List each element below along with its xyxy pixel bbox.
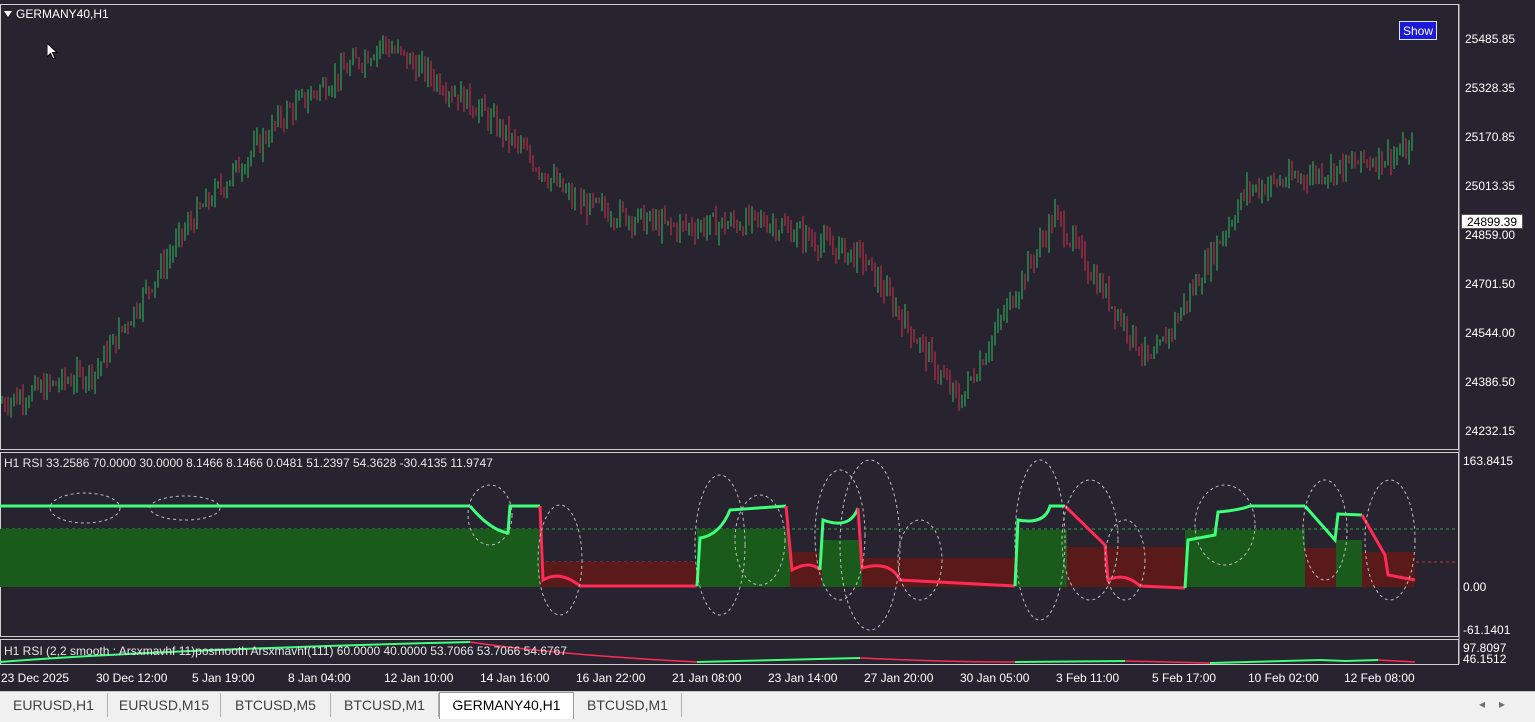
price-tick: 25013.35 [1465, 179, 1515, 193]
time-tick: 8 Jan 04:00 [288, 671, 351, 685]
rsi-histogram-block [0, 529, 540, 587]
time-tick: 5 Jan 19:00 [192, 671, 255, 685]
tab-eurusd-h1[interactable]: EURUSD,H1 [0, 693, 108, 717]
rsi-histogram-block [1067, 547, 1185, 587]
price-tick: 24859.00 [1465, 228, 1515, 242]
time-tick: 23 Jan 14:00 [768, 671, 838, 685]
time-tick: 14 Jan 16:00 [480, 671, 550, 685]
price-tick: 24232.15 [1465, 424, 1515, 438]
rsi-histogram-block [1015, 530, 1067, 587]
time-tick: 12 Jan 10:00 [384, 671, 454, 685]
mouse-pointer-icon [47, 43, 59, 60]
time-tick: 12 Feb 08:00 [1344, 671, 1415, 685]
chart-title[interactable]: GERMANY40,H1 [4, 7, 109, 21]
current-price-tag: 24899.39 [1461, 214, 1523, 229]
price-tick: 24701.50 [1465, 277, 1515, 291]
rsi-histogram-block [1305, 548, 1336, 587]
rsi2-line [1319, 659, 1379, 663]
rsi2-label: H1 RSI (2,2 smooth : Arsxmavhf 11)posmoo… [4, 644, 567, 658]
time-tick: 30 Dec 12:00 [96, 671, 168, 685]
rsi2-axis-min: 46.1512 [1463, 652, 1507, 666]
price-axis: 25485.85 25328.35 25170.85 25013.35 2485… [1465, 32, 1515, 438]
rsi-axis-min: -61.1401 [1463, 623, 1511, 637]
time-tick: 5 Feb 17:00 [1152, 671, 1216, 685]
rsi-histogram-block [1336, 540, 1362, 587]
dropdown-triangle-icon[interactable] [4, 11, 12, 17]
rsi-histogram-block [822, 540, 862, 587]
price-tick: 25328.35 [1465, 81, 1515, 95]
time-tick: 10 Feb 02:00 [1248, 671, 1319, 685]
time-tick: 16 Jan 22:00 [576, 671, 646, 685]
chart-canvas[interactable]: 25485.85 25328.35 25170.85 25013.35 2485… [0, 0, 1535, 721]
time-tick: 21 Jan 08:00 [672, 671, 742, 685]
tab-germany40-h1[interactable]: GERMANY40,H1 [439, 692, 574, 719]
rsi-histogram-block [540, 562, 697, 587]
time-tick: 27 Jan 20:00 [864, 671, 934, 685]
price-tick: 24386.50 [1465, 375, 1515, 389]
symbol-title: GERMANY40,H1 [16, 7, 109, 21]
time-tick: 3 Feb 11:00 [1056, 671, 1119, 685]
rsi-histogram-block [697, 529, 790, 587]
chart-background [0, 0, 1535, 691]
price-tick: 25485.85 [1465, 32, 1515, 46]
time-tick: 23 Dec 2025 [1, 671, 69, 685]
tab-btcusd-m1[interactable]: BTCUSD,M1 [331, 693, 439, 717]
chart-tab-bar: EURUSD,H1 EURUSD,M15 BTCUSD,M5 BTCUSD,M1… [0, 691, 1535, 722]
price-tick: 24544.00 [1465, 326, 1515, 340]
rsi-axis-max: 163.8415 [1463, 454, 1513, 468]
time-axis: 23 Dec 2025 30 Dec 12:00 5 Jan 19:00 8 Jan … [1, 671, 1415, 685]
price-tick: 25170.85 [1465, 130, 1515, 144]
rsi2-line [1014, 660, 1126, 663]
show-button[interactable]: Show [1399, 21, 1437, 40]
time-tick: 30 Jan 05:00 [960, 671, 1030, 685]
rsi-axis-zero: 0.00 [1463, 580, 1487, 594]
tab-btcusd-m1-second[interactable]: BTCUSD,M1 [574, 693, 682, 717]
rsi-label: H1 RSI 33.2586 70.0000 30.0000 8.1466 8.… [4, 456, 493, 470]
tab-btcusd-m5[interactable]: BTCUSD,M5 [221, 693, 331, 717]
tab-scroll-arrows-icon[interactable]: ◂▸ [1479, 697, 1519, 711]
tab-eurusd-m15[interactable]: EURUSD,M15 [108, 693, 221, 717]
